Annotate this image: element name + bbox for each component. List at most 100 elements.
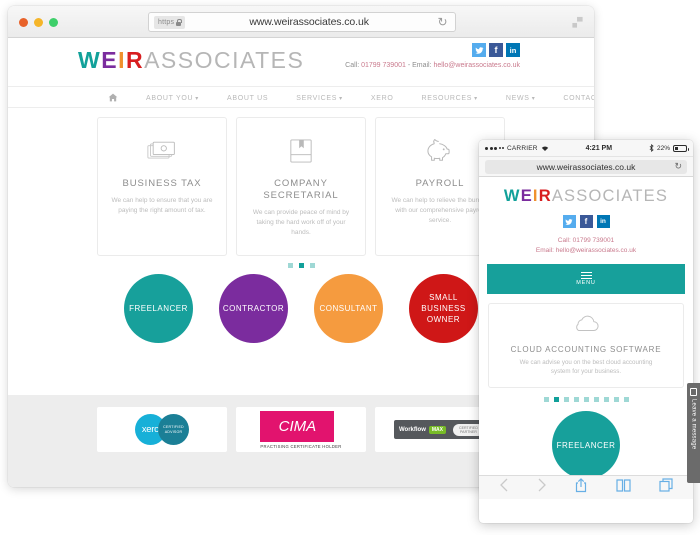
leave-a-message-tab[interactable]: Leave a message bbox=[687, 383, 700, 483]
carousel-dot[interactable] bbox=[583, 397, 589, 402]
circle-label: CONTRACTOR bbox=[222, 304, 285, 313]
mobile-reload-icon[interactable]: ↻ bbox=[674, 162, 682, 171]
chevron-down-icon: ▾ bbox=[339, 95, 343, 102]
mobile-carousel-pagination bbox=[479, 397, 693, 402]
nav-item-contact-us[interactable]: CONTACT US bbox=[549, 95, 594, 102]
cima-logo-mark: CIMA bbox=[260, 410, 335, 442]
logo-word-associates: ASSOCIATES bbox=[551, 187, 669, 205]
maximize-button[interactable] bbox=[49, 18, 58, 27]
expand-icon[interactable] bbox=[571, 16, 584, 29]
facebook-icon[interactable]: f bbox=[489, 43, 503, 57]
carousel-dot-active[interactable] bbox=[553, 397, 559, 402]
circle-small-business-owner[interactable]: SMALL BUSINESS OWNER bbox=[409, 274, 478, 343]
service-card-company-secretarial[interactable]: COMPANY SECRETARIAL We can provide peace… bbox=[236, 117, 366, 256]
carousel-dot[interactable] bbox=[573, 397, 579, 402]
circle-consultant[interactable]: CONSULTANT bbox=[314, 274, 383, 343]
leave-a-message-label: Leave a message bbox=[690, 399, 697, 450]
chevron-down-icon: ▾ bbox=[531, 95, 536, 102]
mobile-service-card-cloud-accounting[interactable]: CLOUD ACCOUNTING SOFTWARE We can advise … bbox=[488, 303, 684, 388]
screenshot-root: https www.weirassociates.co.uk ↻ WEIRASS… bbox=[0, 0, 700, 535]
carousel-dot[interactable] bbox=[543, 397, 549, 402]
cloud-icon bbox=[571, 314, 601, 337]
badge-line-2: ADVISOR bbox=[164, 429, 183, 434]
partner-logo-cima[interactable]: CIMA PRACTISING CERTIFICATE HOLDER bbox=[236, 407, 366, 452]
phone-number[interactable]: 01799 739001 bbox=[361, 62, 406, 69]
signal-strength-icon bbox=[485, 146, 504, 150]
circle-freelancer[interactable]: FREELANCER bbox=[124, 274, 193, 343]
nav-item-about-you[interactable]: ABOUT YOU ▾ bbox=[132, 95, 213, 102]
logo-letter-e: E bbox=[101, 47, 119, 73]
service-card-business-tax[interactable]: BUSINESS TAX We can help to ensure that … bbox=[97, 117, 227, 256]
xero-certified-badge: CERTIFIED ADVISOR bbox=[158, 414, 189, 445]
logo-letter-r: R bbox=[125, 47, 145, 73]
nav-label: NEWS bbox=[505, 94, 530, 102]
mobile-device-frame: CARRIER 4:21 PM 22% www.weirassociates.c… bbox=[479, 140, 693, 523]
tabs-icon[interactable] bbox=[659, 478, 673, 497]
mobile-url-text: www.weirassociates.co.uk bbox=[536, 161, 636, 172]
card-description: We can provide peace of mind by taking t… bbox=[252, 209, 350, 236]
mobile-site-logo[interactable]: WEIRASSOCIATES bbox=[479, 187, 693, 206]
nav-item-about-us[interactable]: ABOUT US bbox=[213, 95, 282, 102]
back-icon[interactable] bbox=[499, 478, 509, 497]
carousel-dot[interactable] bbox=[563, 397, 569, 402]
twitter-icon[interactable] bbox=[472, 43, 486, 57]
mobile-menu-button[interactable]: MENU bbox=[487, 264, 685, 294]
reload-icon[interactable]: ↻ bbox=[433, 16, 455, 28]
nav-item-home[interactable] bbox=[94, 93, 132, 104]
email-link[interactable]: hello@weirassociates.co.uk bbox=[434, 62, 520, 69]
close-button[interactable] bbox=[19, 18, 28, 27]
https-label: https bbox=[158, 18, 175, 26]
nav-item-resources[interactable]: RESOURCES ▾ bbox=[408, 95, 492, 102]
nav-item-xero[interactable]: XERO bbox=[357, 95, 408, 102]
mobile-webpage-viewport: WEIRASSOCIATES f in Call: 01799 739001 E… bbox=[479, 177, 693, 499]
battery-icon bbox=[673, 144, 689, 152]
site-logo[interactable]: WEIRASSOCIATES bbox=[78, 47, 304, 74]
banknotes-icon bbox=[147, 136, 177, 166]
mobile-card-title: CLOUD ACCOUNTING SOFTWARE bbox=[510, 345, 662, 354]
url-text: www.weirassociates.co.uk bbox=[249, 16, 369, 28]
https-badge: https bbox=[154, 15, 186, 29]
social-links: f in bbox=[472, 43, 520, 57]
partner-logo-xero[interactable]: xero CERTIFIED ADVISOR bbox=[97, 407, 227, 452]
forward-icon[interactable] bbox=[537, 478, 547, 497]
battery-percent-label: 22% bbox=[656, 144, 670, 152]
card-title: PAYROLL bbox=[415, 178, 465, 189]
bookmarks-icon[interactable] bbox=[616, 478, 631, 497]
lock-icon bbox=[176, 18, 183, 26]
carousel-dot[interactable] bbox=[593, 397, 599, 402]
card-description: We can help to relieve the burden with o… bbox=[391, 197, 489, 224]
carrier-label: CARRIER bbox=[507, 144, 538, 152]
mobile-status-bar: CARRIER 4:21 PM 22% bbox=[479, 140, 693, 157]
nav-item-services[interactable]: SERVICES ▾ bbox=[282, 95, 357, 102]
circle-contractor[interactable]: CONTRACTOR bbox=[219, 274, 288, 343]
carousel-dot[interactable] bbox=[613, 397, 619, 402]
mobile-menu-label: MENU bbox=[576, 280, 596, 286]
mobile-circle-freelancer[interactable]: FREELANCER bbox=[552, 411, 620, 479]
carousel-dot[interactable] bbox=[287, 263, 293, 268]
address-bar[interactable]: https www.weirassociates.co.uk ↻ bbox=[148, 12, 456, 32]
logo-letter-w: W bbox=[78, 47, 102, 73]
mobile-email-line[interactable]: Email: hello@weirassociates.co.uk bbox=[479, 246, 693, 256]
mobile-browser-toolbar bbox=[479, 475, 693, 499]
mobile-call-line[interactable]: Call: 01799 739001 bbox=[479, 236, 693, 246]
twitter-icon[interactable] bbox=[562, 215, 576, 228]
header-contact-info: Call: 01799 739001 - Email: hello@weiras… bbox=[345, 62, 520, 69]
minimize-button[interactable] bbox=[34, 18, 43, 27]
cima-subtitle: PRACTISING CERTIFICATE HOLDER bbox=[260, 443, 342, 449]
share-icon[interactable] bbox=[575, 477, 587, 498]
wifi-icon bbox=[541, 146, 548, 151]
facebook-icon[interactable]: f bbox=[579, 215, 593, 228]
contact-separator: - Email: bbox=[405, 62, 434, 69]
carousel-dot[interactable] bbox=[309, 263, 315, 268]
carousel-dot[interactable] bbox=[623, 397, 629, 402]
nav-item-news[interactable]: NEWS ▾ bbox=[492, 95, 550, 102]
window-traffic-lights bbox=[19, 18, 58, 27]
circle-label: SMALL BUSINESS OWNER bbox=[421, 293, 466, 324]
home-icon bbox=[108, 93, 118, 101]
linkedin-icon[interactable]: in bbox=[506, 43, 520, 57]
mobile-address-bar[interactable]: www.weirassociates.co.uk ↻ bbox=[479, 157, 693, 177]
carousel-dot-active[interactable] bbox=[298, 263, 304, 268]
carousel-dot[interactable] bbox=[603, 397, 609, 402]
linkedin-icon[interactable]: in bbox=[596, 215, 610, 228]
browser-chrome: https www.weirassociates.co.uk ↻ bbox=[8, 6, 594, 38]
